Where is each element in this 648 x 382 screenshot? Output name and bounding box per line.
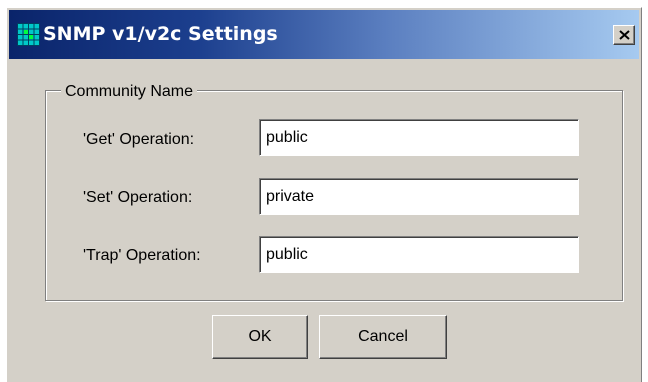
get-operation-input[interactable]	[259, 119, 579, 156]
close-icon	[619, 30, 630, 40]
title-bar[interactable]: SNMP v1/v2c Settings	[9, 10, 639, 59]
get-operation-label: 'Get' Operation:	[83, 131, 195, 148]
set-operation-input[interactable]	[259, 178, 579, 215]
trap-operation-label: 'Trap' Operation:	[83, 247, 201, 264]
close-button[interactable]	[613, 25, 635, 45]
dialog-title: SNMP v1/v2c Settings	[43, 23, 278, 45]
snmp-settings-dialog: SNMP v1/v2c Settings Community Name 'Get…	[6, 7, 642, 382]
group-legend: Community Name	[61, 83, 198, 101]
set-operation-label: 'Set' Operation:	[83, 189, 193, 206]
trap-operation-input[interactable]	[259, 236, 579, 273]
grid-app-icon	[17, 23, 40, 46]
ok-button[interactable]: OK	[212, 315, 308, 359]
cancel-button[interactable]: Cancel	[319, 315, 447, 359]
